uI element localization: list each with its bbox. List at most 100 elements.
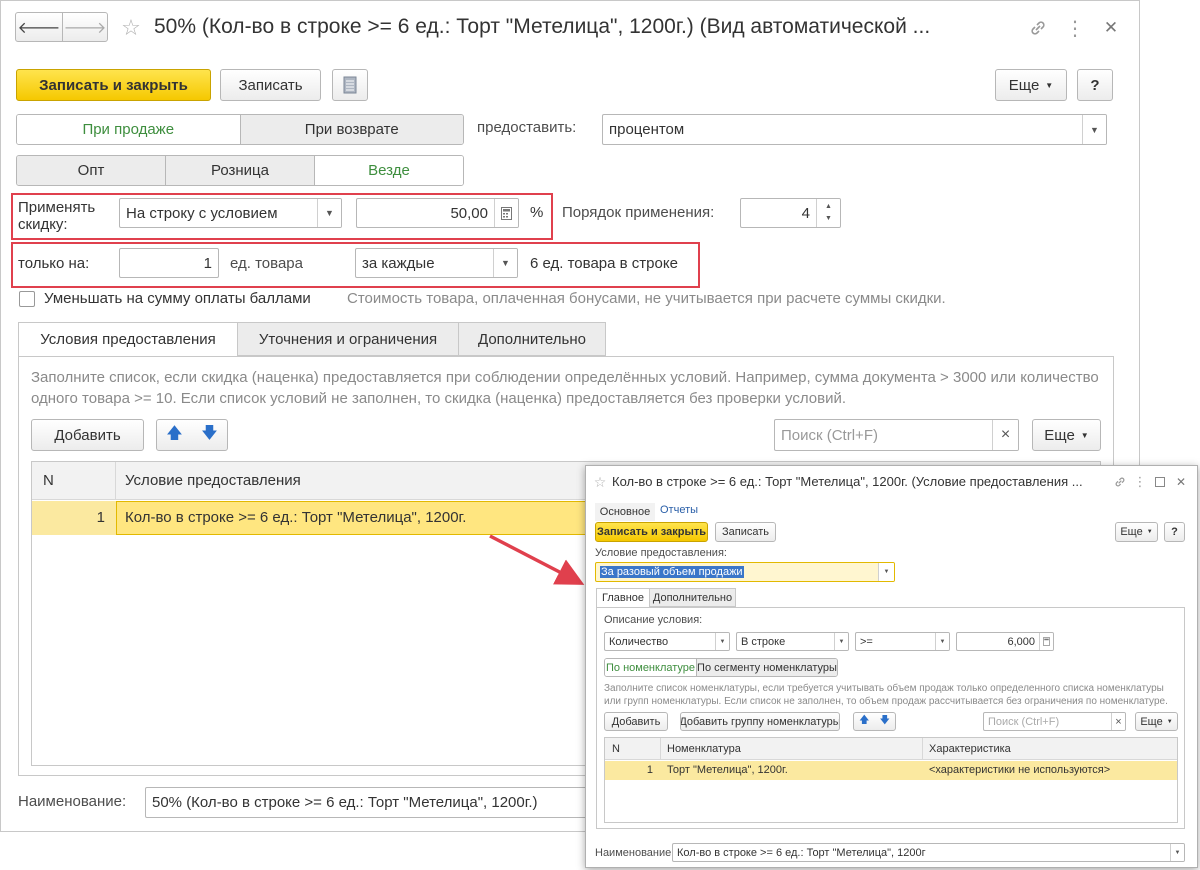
- link-icon[interactable]: [1025, 15, 1051, 41]
- discount-amount-value: 50,00: [450, 204, 488, 222]
- close-icon[interactable]: ✕: [1098, 15, 1124, 41]
- chevron-down-icon[interactable]: ▼: [493, 249, 517, 277]
- popup-op-select[interactable]: >= ▼: [855, 632, 950, 651]
- maximize-icon[interactable]: [1153, 473, 1167, 491]
- popup-value-input[interactable]: 6,000: [956, 632, 1054, 651]
- tab-by-segment[interactable]: По сегменту номенклатуры: [697, 659, 837, 676]
- popup-move-buttons: 🡅 🡇: [853, 712, 896, 731]
- bonus-checkbox[interactable]: [19, 291, 35, 307]
- more-button[interactable]: Еще ▼: [995, 69, 1067, 101]
- tab-at-return[interactable]: При возврате: [240, 115, 463, 144]
- conditions-hint: Заполните список, если скидка (наценка) …: [31, 369, 1099, 407]
- popup-panel: Описание условия: Количество ▼ В строке …: [596, 607, 1185, 829]
- calculator-icon[interactable]: [1039, 633, 1053, 650]
- popup-row-n: 1: [646, 764, 653, 776]
- conditions-more-button[interactable]: Еще ▼: [1032, 419, 1101, 451]
- popup-op-value: >=: [860, 635, 873, 648]
- only-qty-input[interactable]: 1: [119, 248, 219, 278]
- chevron-down-icon[interactable]: ▼: [878, 563, 894, 581]
- name-input[interactable]: 50% (Кол-во в строке >= 6 ед.: Торт "Мет…: [145, 787, 605, 818]
- arrow-down-icon[interactable]: 🡇: [880, 713, 890, 730]
- popup-condition-select[interactable]: За разовый объем продажи ▼: [595, 562, 895, 582]
- popup-col-char: Характеристика: [929, 743, 1011, 755]
- chevron-down-icon[interactable]: ▼: [1170, 844, 1184, 861]
- popup-more-button[interactable]: Еще ▼: [1115, 522, 1158, 542]
- link-icon[interactable]: [1112, 473, 1128, 491]
- nav-reports[interactable]: Отчеты: [660, 504, 698, 516]
- only-on-label: только на:: [18, 255, 90, 272]
- conditions-more-label: Еще: [1044, 426, 1075, 444]
- popup-value-value: 6,000: [1007, 635, 1035, 648]
- chevron-down-icon[interactable]: ▼: [715, 633, 729, 650]
- popup-search-input[interactable]: Поиск (Ctrl+F) ×: [983, 712, 1126, 731]
- tab-everywhere[interactable]: Везде: [315, 156, 463, 185]
- close-icon[interactable]: ✕: [1173, 473, 1189, 491]
- col-condition-header: Условие предоставления: [125, 472, 301, 489]
- name-value: 50% (Кол-во в строке >= 6 ед.: Торт "Мет…: [152, 794, 538, 811]
- chevron-down-icon[interactable]: ▼: [1082, 115, 1106, 144]
- popup-qty-value: Количество: [609, 635, 669, 648]
- tab-refinements[interactable]: Уточнения и ограничения: [237, 322, 459, 356]
- popup-add-button[interactable]: Добавить: [604, 712, 668, 731]
- sale-return-switch: При продаже При возврате: [16, 114, 464, 145]
- popup-save-button[interactable]: Записать: [715, 522, 776, 542]
- favorite-star-icon[interactable]: ☆: [117, 15, 145, 41]
- clear-icon[interactable]: ×: [992, 420, 1018, 450]
- save-and-close-button[interactable]: Записать и закрыть: [16, 69, 211, 101]
- background-fragment: [0, 832, 200, 842]
- popup-tab-main[interactable]: Главное: [596, 588, 650, 608]
- tab-conditions[interactable]: Условия предоставления: [18, 322, 238, 357]
- chevron-down-icon[interactable]: ▼: [834, 633, 848, 650]
- apply-order-input[interactable]: 4 ▲ ▼: [740, 198, 841, 228]
- apply-discount-value: На строку с условием: [126, 204, 278, 222]
- popup-condition-label: Условие предоставления:: [595, 547, 727, 559]
- calculator-icon[interactable]: [494, 199, 518, 227]
- each-select[interactable]: за каждые ▼: [355, 248, 518, 278]
- arrow-up-icon[interactable]: 🡅: [166, 422, 182, 449]
- clear-icon[interactable]: ×: [1111, 713, 1125, 730]
- chevron-down-icon[interactable]: ▼: [317, 199, 341, 227]
- nav-main[interactable]: Основное: [595, 503, 655, 521]
- provide-label: предоставить:: [477, 119, 577, 136]
- popup-save-and-close-button[interactable]: Записать и закрыть: [595, 522, 708, 542]
- popup-inrow-select[interactable]: В строке ▼: [736, 632, 849, 651]
- red-arrow-icon: [489, 534, 585, 585]
- tab-wholesale[interactable]: Опт: [17, 156, 166, 185]
- popup-help-button[interactable]: ?: [1164, 522, 1185, 542]
- tab-at-sale[interactable]: При продаже: [17, 115, 241, 144]
- discount-amount-input[interactable]: 50,00: [356, 198, 519, 228]
- popup-title: Кол-во в строке >= 6 ед.: Торт "Метелица…: [612, 474, 1083, 489]
- stepper-icon[interactable]: ▲ ▼: [816, 199, 840, 227]
- popup-qty-select[interactable]: Количество ▼: [604, 632, 730, 651]
- channel-switch: Опт Розница Везде: [16, 155, 464, 186]
- table-row[interactable]: 1 Торт "Метелица", 1200г. <характеристик…: [605, 761, 1177, 780]
- tab-extra[interactable]: Дополнительно: [458, 322, 606, 356]
- search-input[interactable]: Поиск (Ctrl+F) ×: [774, 419, 1019, 451]
- popup-tab-extra[interactable]: Дополнительно: [649, 588, 736, 607]
- forward-button[interactable]: 🡒: [62, 12, 108, 42]
- favorite-star-icon[interactable]: ☆: [592, 474, 608, 490]
- more-menu-icon[interactable]: ⋮: [1133, 473, 1147, 491]
- popup-add-group-button[interactable]: Добавить группу номенклатуры: [680, 712, 840, 731]
- popup-more2-button[interactable]: Еще ▼: [1135, 712, 1178, 731]
- provide-select[interactable]: процентом ▼: [602, 114, 1107, 145]
- popup-table-header: N Номенклатура Характеристика: [605, 738, 1177, 760]
- help-button[interactable]: ?: [1077, 69, 1113, 101]
- arrow-down-icon[interactable]: 🡇: [201, 422, 217, 449]
- apply-discount-select[interactable]: На строку с условием ▼: [119, 198, 342, 228]
- window-title: 50% (Кол-во в строке >= 6 ед.: Торт "Мет…: [154, 15, 931, 38]
- popup-name-input[interactable]: Кол-во в строке >= 6 ед.: Торт "Метелица…: [672, 843, 1185, 862]
- arrow-up-icon[interactable]: 🡅: [859, 713, 869, 730]
- popup-row-char: <характеристики не используются>: [929, 764, 1111, 776]
- save-button[interactable]: Записать: [220, 69, 321, 101]
- tab-by-nomenclature[interactable]: По номенклатуре: [605, 659, 697, 676]
- chevron-down-icon[interactable]: ▼: [935, 633, 949, 650]
- document-list-button[interactable]: [332, 69, 368, 101]
- add-condition-button[interactable]: Добавить: [31, 419, 144, 451]
- back-button[interactable]: 🡐: [15, 12, 63, 42]
- popup-more2-label: Еще: [1140, 715, 1163, 728]
- unit-label: ед. товара: [230, 255, 303, 272]
- chevron-down-icon: ▼: [1045, 80, 1054, 90]
- more-menu-icon[interactable]: ⋮: [1062, 15, 1088, 41]
- tab-retail[interactable]: Розница: [166, 156, 315, 185]
